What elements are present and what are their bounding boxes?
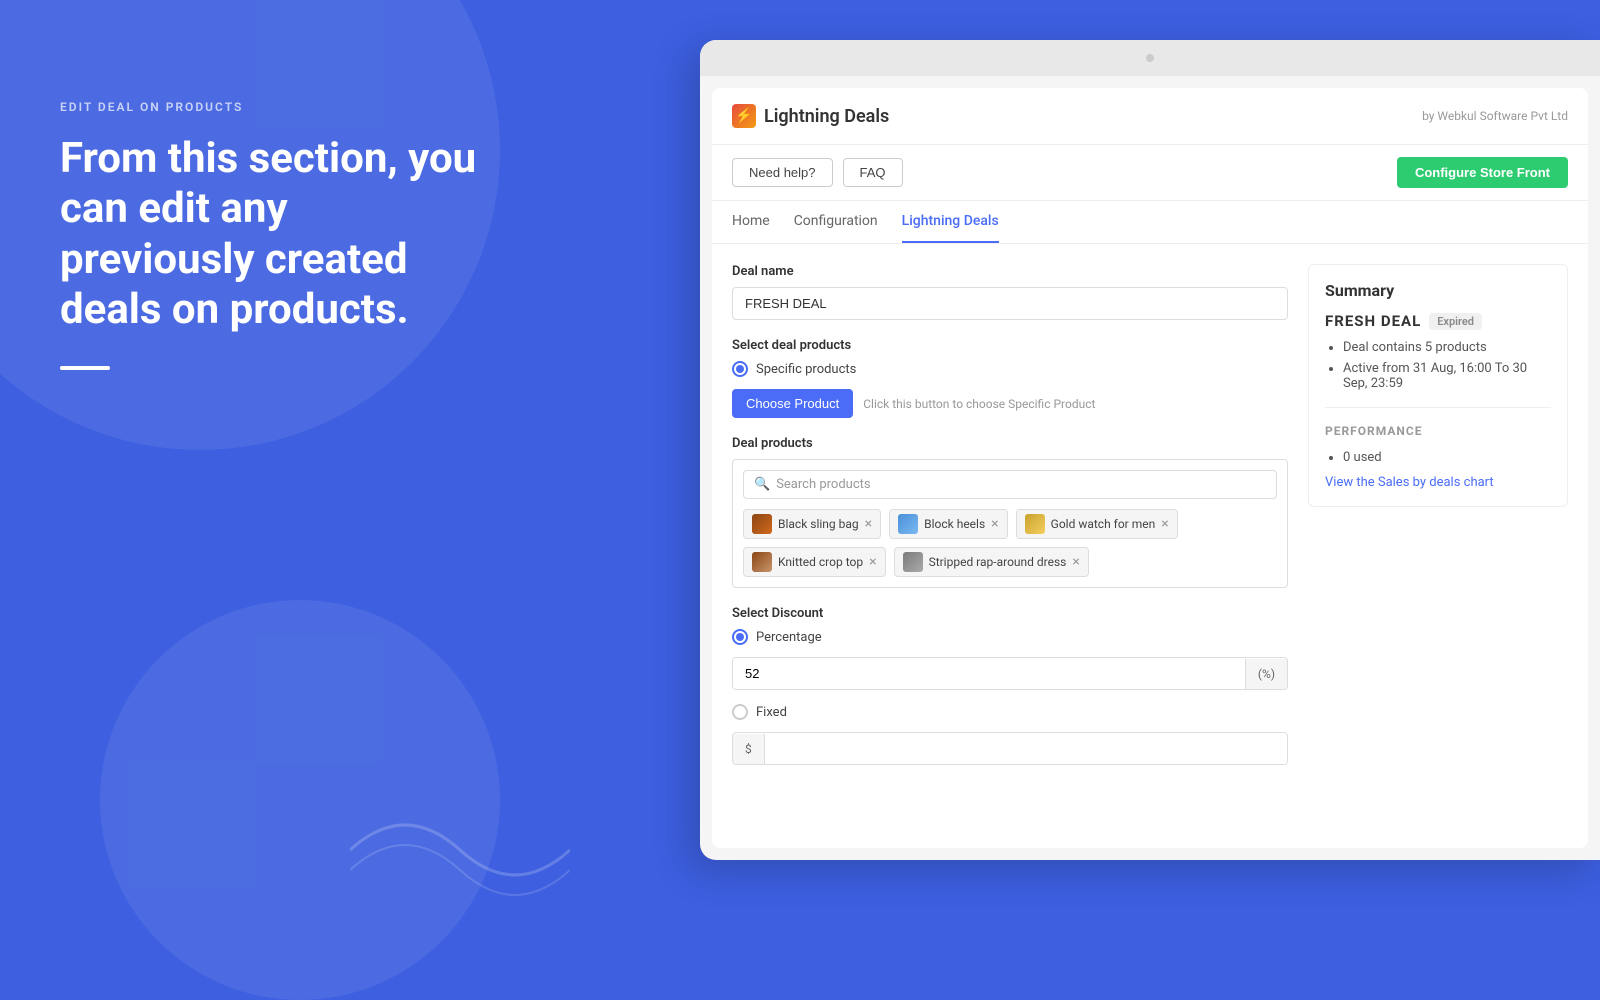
tab-home[interactable]: Home <box>732 201 770 243</box>
deal-name-input[interactable] <box>732 287 1288 320</box>
choose-hint: Click this button to choose Specific Pro… <box>863 397 1095 411</box>
product-thumb-black-sling-bag <box>752 514 772 534</box>
product-tag-knitted-crop-top: Knitted crop top × <box>743 547 886 577</box>
configure-store-front-button[interactable]: Configure Store Front <box>1397 157 1568 188</box>
summary-divider <box>1325 407 1551 408</box>
product-thumb-stripped-dress <box>903 552 923 572</box>
need-help-button[interactable]: Need help? <box>732 158 833 187</box>
product-thumb-gold-watch <box>1025 514 1045 534</box>
select-deal-products-label: Select deal products <box>732 338 1288 353</box>
products-box: 🔍 Search products Black sling bag × <box>732 459 1288 588</box>
fixed-radio[interactable]: Fixed <box>732 704 1288 720</box>
performance-title: PERFORMANCE <box>1325 424 1551 438</box>
summary-area: Summary FRESH DEAL Expired Deal contains… <box>1308 264 1568 783</box>
browser-content: ⚡ Lightning Deals by Webkul Software Pvt… <box>712 88 1588 848</box>
product-tag-block-heels: Block heels × <box>889 509 1008 539</box>
app-icon: ⚡ <box>732 104 756 128</box>
deal-products-field-group: Deal products 🔍 Search products Black sl… <box>732 436 1288 588</box>
product-thumb-knitted-crop-top <box>752 552 772 572</box>
specific-products-label: Specific products <box>756 362 856 377</box>
remove-block-heels-button[interactable]: × <box>991 517 998 531</box>
choose-product-button[interactable]: Choose Product <box>732 389 853 418</box>
tab-configuration[interactable]: Configuration <box>794 201 878 243</box>
percentage-suffix: (%) <box>1245 659 1287 689</box>
fixed-radio-dot <box>732 704 748 720</box>
search-placeholder: Search products <box>776 477 870 492</box>
top-buttons-bar: Need help? FAQ Configure Store Front <box>712 145 1588 201</box>
search-icon: 🔍 <box>754 477 770 492</box>
specific-products-radio[interactable]: Specific products <box>732 361 1288 377</box>
remove-knitted-crop-top-button[interactable]: × <box>869 555 876 569</box>
select-discount-group: Select Discount Percentage (%) Fixed <box>732 606 1288 765</box>
fixed-input-group: $ <box>732 732 1288 765</box>
tab-lightning-deals[interactable]: Lightning Deals <box>902 201 999 243</box>
fixed-label: Fixed <box>756 705 787 720</box>
fixed-input[interactable] <box>765 733 1287 764</box>
sales-link-text: View the Sales by deals chart <box>1325 475 1551 490</box>
summary-list-item-1: Deal contains 5 products <box>1343 340 1551 355</box>
product-name-black-sling-bag: Black sling bag <box>778 517 859 531</box>
percentage-input-group: (%) <box>732 657 1288 690</box>
left-divider <box>60 366 110 370</box>
left-subtitle: EDIT DEAL ON PRODUCTS <box>60 100 480 114</box>
summary-list: Deal contains 5 products Active from 31 … <box>1325 340 1551 391</box>
performance-list-item-1: 0 used <box>1343 450 1551 465</box>
specific-products-radio-dot <box>732 361 748 377</box>
wave-decoration <box>350 800 570 900</box>
product-name-gold-watch: Gold watch for men <box>1051 517 1156 531</box>
fixed-prefix: $ <box>733 734 765 764</box>
deal-name-field-group: Deal name <box>732 264 1288 320</box>
app-header: ⚡ Lightning Deals by Webkul Software Pvt… <box>712 88 1588 145</box>
form-area: Deal name Select deal products Specific … <box>732 264 1308 783</box>
app-title-container: ⚡ Lightning Deals <box>732 104 889 128</box>
product-tags-container: Black sling bag × Block heels × <box>743 509 1277 577</box>
summary-deal-name: FRESH DEAL <box>1325 312 1421 330</box>
browser-window: ⚡ Lightning Deals by Webkul Software Pvt… <box>700 40 1600 860</box>
percentage-radio-dot <box>732 629 748 645</box>
left-panel: EDIT DEAL ON PRODUCTS From this section,… <box>60 100 480 370</box>
product-name-block-heels: Block heels <box>924 517 985 531</box>
by-webkul: by Webkul Software Pvt Ltd <box>1422 109 1568 123</box>
select-discount-label: Select Discount <box>732 606 1288 621</box>
summary-title: Summary <box>1325 281 1551 300</box>
deal-products-label: Deal products <box>732 436 1288 451</box>
performance-list: 0 used <box>1325 450 1551 465</box>
product-tag-gold-watch: Gold watch for men × <box>1016 509 1178 539</box>
product-name-stripped-dress: Stripped rap-around dress <box>929 555 1067 569</box>
sales-by-deals-chart-link[interactable]: Sales by deals chart <box>1378 475 1494 490</box>
summary-badge: Expired <box>1429 313 1482 330</box>
product-thumb-block-heels <box>898 514 918 534</box>
summary-list-item-2: Active from 31 Aug, 16:00 To 30 Sep, 23:… <box>1343 361 1551 391</box>
percentage-label: Percentage <box>756 630 822 645</box>
main-content: Deal name Select deal products Specific … <box>712 244 1588 803</box>
summary-box: Summary FRESH DEAL Expired Deal contains… <box>1308 264 1568 507</box>
deal-name-label: Deal name <box>732 264 1288 279</box>
product-tag-black-sling-bag: Black sling bag × <box>743 509 881 539</box>
browser-dot <box>1146 54 1154 62</box>
faq-button[interactable]: FAQ <box>843 158 903 187</box>
nav-tabs: Home Configuration Lightning Deals <box>712 201 1588 244</box>
remove-black-sling-bag-button[interactable]: × <box>865 517 872 531</box>
app-title-text: Lightning Deals <box>764 106 889 127</box>
left-title: From this section, you can edit any prev… <box>60 134 480 336</box>
remove-gold-watch-button[interactable]: × <box>1161 517 1168 531</box>
search-products-input[interactable]: 🔍 Search products <box>743 470 1277 499</box>
browser-bar <box>700 40 1600 76</box>
percentage-input[interactable] <box>733 658 1245 689</box>
product-tag-stripped-dress: Stripped rap-around dress × <box>894 547 1089 577</box>
remove-stripped-dress-button[interactable]: × <box>1072 555 1079 569</box>
select-deal-products-group: Select deal products Specific products C… <box>732 338 1288 418</box>
percentage-radio[interactable]: Percentage <box>732 629 1288 645</box>
product-name-knitted-crop-top: Knitted crop top <box>778 555 863 569</box>
